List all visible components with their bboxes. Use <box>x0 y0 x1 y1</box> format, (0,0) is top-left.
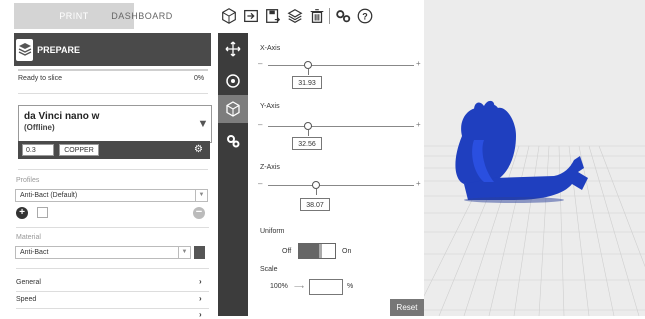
z-axis-label: Z-Axis <box>260 164 280 171</box>
prepare-label: PREPARE <box>37 44 80 55</box>
box-add-icon[interactable] <box>219 6 239 26</box>
help-icon[interactable]: ? <box>355 6 375 26</box>
printer-selector[interactable]: da Vinci nano w (Offline) ▼ <box>18 105 212 143</box>
whale-model[interactable] <box>455 100 588 203</box>
save-profile-icon[interactable] <box>37 207 48 218</box>
printer-status: (Offline) <box>24 123 55 132</box>
settings-general[interactable]: General <box>16 279 41 286</box>
toolbar-divider <box>329 8 330 24</box>
x-slider-track[interactable] <box>268 65 414 66</box>
scale-from-value: 100% <box>270 283 288 290</box>
nozzle-size: 0.3 <box>22 144 54 156</box>
material-selected: Anti-Bact <box>20 249 49 256</box>
chevron-down-icon: ▼ <box>178 247 190 258</box>
material-label: Material <box>16 234 41 241</box>
x-decrease[interactable]: – <box>258 59 262 68</box>
y-value-field[interactable]: 32.56 <box>292 137 322 150</box>
z-value-field[interactable]: 38.07 <box>300 198 330 211</box>
reset-button[interactable]: Reset <box>390 299 424 316</box>
x-slider-handle[interactable] <box>304 61 312 69</box>
remove-profile-icon[interactable]: − <box>193 207 205 219</box>
divider <box>16 291 209 292</box>
prepare-icon <box>16 38 34 61</box>
prepare-bar: PREPARE <box>14 33 211 66</box>
arrow-right-icon: ⟶ <box>294 284 305 291</box>
z-slider-track[interactable] <box>268 185 414 186</box>
uniform-on-label: On <box>342 248 352 255</box>
scale-icon[interactable] <box>218 95 248 123</box>
uniform-off-label: Off <box>282 248 292 255</box>
left-panel: PREPARE Ready to slice 0% da Vinci nano … <box>14 33 212 319</box>
chevron-down-icon[interactable]: ▼ <box>195 106 211 142</box>
build-plate-grid <box>424 100 645 316</box>
settings-speed[interactable]: Speed <box>16 296 36 303</box>
save-icon[interactable] <box>263 6 283 26</box>
z-value-pointer <box>316 189 317 195</box>
x-value-field[interactable]: 31.93 <box>292 76 322 89</box>
toggle-knob <box>319 244 322 258</box>
divider <box>16 268 209 269</box>
x-increase[interactable]: + <box>416 59 421 68</box>
chevron-right-icon[interactable]: › <box>199 294 202 303</box>
y-value-pointer <box>308 130 309 136</box>
scale-percent-field[interactable] <box>309 279 343 295</box>
trash-icon[interactable] <box>307 6 327 26</box>
add-profile-icon[interactable]: + <box>16 207 28 219</box>
gears-icon[interactable] <box>333 6 353 26</box>
divider <box>18 169 208 170</box>
printer-name: da Vinci nano w <box>24 111 100 122</box>
divider <box>18 93 208 94</box>
material-select[interactable]: Anti-Bact ▼ <box>15 246 191 259</box>
rotate-icon[interactable] <box>218 67 248 95</box>
prepare-button[interactable]: PREPARE <box>16 36 80 63</box>
chevron-right-icon[interactable]: › <box>199 310 202 319</box>
material-color-swatch[interactable] <box>194 246 205 259</box>
gears-icon[interactable] <box>218 127 248 155</box>
scale-panel: X-Axis – + 31.93 Y-Axis – + 32.56 Z-Axis… <box>248 33 424 316</box>
move-icon[interactable] <box>218 35 248 63</box>
divider <box>16 227 209 228</box>
z-decrease[interactable]: – <box>258 179 262 188</box>
transform-tool-strip <box>218 33 248 316</box>
toggle-fill <box>299 244 319 258</box>
tab-dashboard[interactable]: DASHBOARD <box>97 3 187 29</box>
y-axis-label: Y-Axis <box>260 103 280 110</box>
x-axis-label: X-Axis <box>260 45 281 52</box>
status-text: Ready to slice <box>18 75 62 82</box>
y-slider-handle[interactable] <box>304 122 312 130</box>
y-increase[interactable]: + <box>416 120 421 129</box>
z-slider-handle[interactable] <box>312 181 320 189</box>
scale-unit: % <box>347 283 354 290</box>
slice-progress-bar <box>18 69 208 71</box>
y-slider-track[interactable] <box>268 126 414 127</box>
profiles-label: Profiles <box>16 177 40 184</box>
z-increase[interactable]: + <box>416 179 421 188</box>
import-icon[interactable] <box>241 6 261 26</box>
svg-text:?: ? <box>362 12 368 22</box>
progress-percent: 0% <box>194 75 205 82</box>
y-decrease[interactable]: – <box>258 120 262 129</box>
profile-select[interactable]: Anti-Bact (Default) ▼ <box>15 189 208 202</box>
x-value-pointer <box>308 69 309 75</box>
divider <box>16 308 209 309</box>
3d-viewport[interactable] <box>424 0 645 316</box>
profile-selected: Anti-Bact (Default) <box>20 192 78 199</box>
printer-info-bar: 0.3 COPPER ⚙ <box>18 141 210 159</box>
chevron-down-icon: ▼ <box>195 190 207 201</box>
layers-icon[interactable] <box>285 6 305 26</box>
scale-label: Scale <box>260 266 278 273</box>
filament-material: COPPER <box>59 144 99 156</box>
uniform-label: Uniform <box>260 228 285 235</box>
gear-icon[interactable]: ⚙ <box>194 144 206 156</box>
uniform-toggle[interactable] <box>298 243 336 259</box>
chevron-right-icon[interactable]: › <box>199 277 202 286</box>
